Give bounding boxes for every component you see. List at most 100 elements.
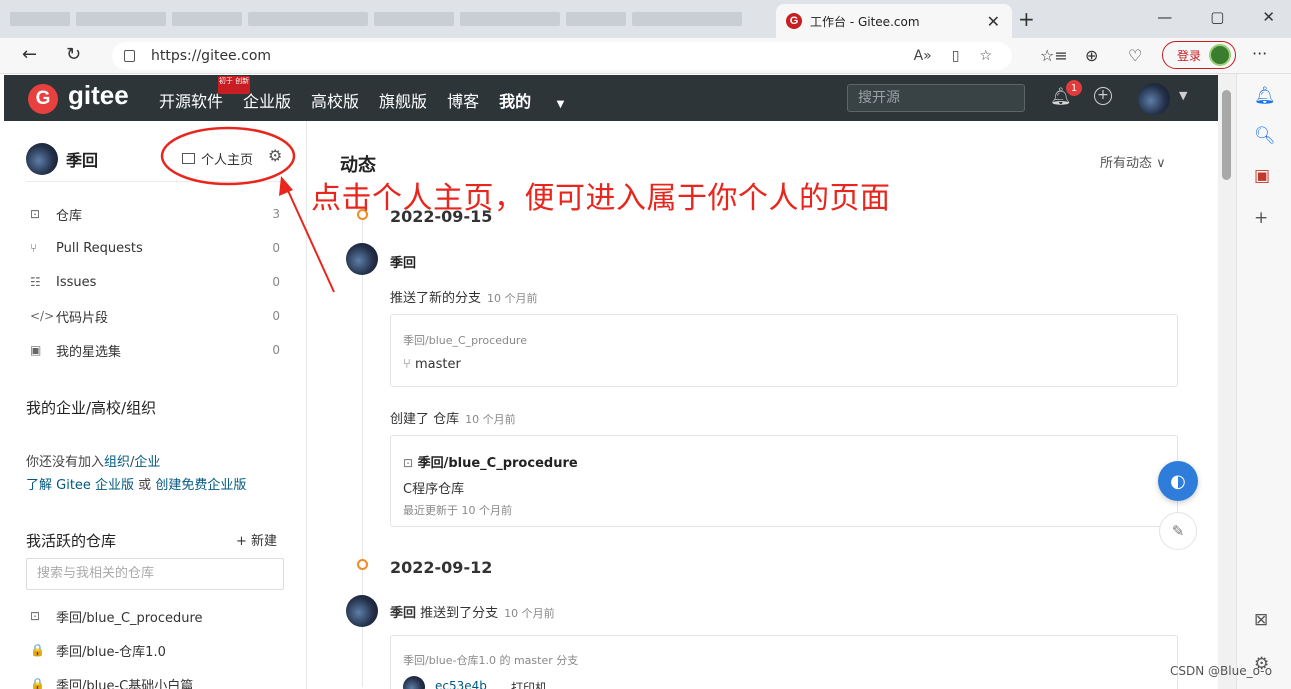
repo-icon: ⊡ (403, 456, 414, 470)
nav-enterprise[interactable]: 企业版 (243, 88, 291, 112)
sidebar-item-code-snippets[interactable]: </> 代码片段 0 (30, 299, 280, 333)
favorite-star-icon[interactable]: ☆ (979, 48, 992, 64)
edge-screenshot-icon[interactable]: ⊠ (1254, 610, 1268, 630)
scroll-thumb[interactable] (1222, 90, 1231, 180)
settings-gear-icon[interactable]: ⚙ (268, 146, 282, 165)
menu-label: 代码片段 (56, 310, 109, 326)
branch-row[interactable]: ⑂ master (403, 357, 461, 372)
refresh-icon[interactable]: ↻ (66, 44, 81, 65)
edge-search-icon[interactable]: 🔍︎ (1254, 126, 1276, 146)
repo-list-item[interactable]: 🔒 季回/blue-C基础小白篇 (30, 667, 290, 689)
commit-sha[interactable]: ec53e4b (435, 679, 487, 689)
menu-label: 仓库 (56, 208, 83, 224)
url-actions: A» ▯ ☆ (914, 48, 992, 64)
org-link[interactable]: 组织 (104, 455, 130, 470)
reader-view-icon[interactable]: ▯ (952, 48, 960, 64)
repo-search-input[interactable]: 搜索与我相关的仓库 (26, 558, 284, 590)
create-plus-icon[interactable]: + (1094, 87, 1112, 105)
menu-label: Pull Requests (56, 240, 143, 256)
maximize-button[interactable]: ▢ (1210, 8, 1224, 26)
feed-avatar[interactable] (346, 243, 378, 275)
divider (26, 181, 288, 182)
nav-mine[interactable]: 我的 ▼ (499, 88, 584, 112)
enterprise-link[interactable]: 企业 (134, 455, 160, 470)
assistant-float-button[interactable]: ◐ (1158, 461, 1198, 501)
commit-message: 打印机 (511, 681, 548, 689)
blurred-tabs (10, 8, 770, 30)
sidebar-menu: ⊡ 仓库 3 ⑂ Pull Requests 0 ☷ Issues 0 </> … (30, 197, 280, 367)
nav-flagship[interactable]: 旗舰版 (379, 88, 427, 112)
branch-name: master (414, 357, 461, 372)
card-repo-title[interactable]: ⊡ 季回/blue_C_procedure (403, 452, 578, 471)
star-collection-icon: ▣ (30, 343, 42, 357)
favorites-icon[interactable]: ☆≡ (1040, 46, 1068, 65)
edge-tools-icon[interactable]: ▣ (1254, 166, 1270, 186)
feedback-float-button[interactable]: ✎ (1159, 512, 1197, 550)
page-scrollbar[interactable] (1218, 74, 1236, 689)
sidebar-item-pull-requests[interactable]: ⑂ Pull Requests 0 (30, 231, 280, 265)
action-text: 创建了 仓库 (390, 412, 460, 427)
more-menu-icon[interactable]: ··· (1252, 44, 1267, 63)
sidebar-item-repos[interactable]: ⊡ 仓库 3 (30, 197, 280, 231)
edge-bell-icon[interactable]: 🔔︎ (1254, 86, 1276, 106)
login-button[interactable]: 登录 (1162, 41, 1236, 69)
feed-filter-dropdown[interactable]: 所有动态 ∨ (1100, 152, 1166, 171)
chevron-down-icon: ▼ (556, 99, 565, 110)
avatar-caret-icon[interactable]: ▼ (1179, 89, 1187, 102)
notification-badge: 1 (1066, 80, 1082, 96)
edge-add-icon[interactable]: + (1254, 208, 1268, 228)
url-text: https://gitee.com (151, 48, 272, 64)
user-name[interactable]: 季回 (66, 147, 98, 171)
nav-blog[interactable]: 博客 (447, 88, 479, 112)
collections-icon[interactable]: ⊕ (1085, 46, 1098, 65)
card-updated: 最近更新于 10 个月前 (403, 504, 512, 517)
card-repo-path[interactable]: 季回/blue_C_procedure (403, 332, 527, 348)
gitee-brand[interactable]: gitee (68, 80, 129, 111)
user-avatar[interactable] (26, 143, 58, 175)
login-label: 登录 (1177, 48, 1202, 63)
timeline-dot (357, 559, 368, 570)
personal-homepage-link[interactable]: 个人主页 (182, 149, 253, 168)
health-icon[interactable]: ♡ (1128, 46, 1142, 65)
nav-open-source[interactable]: 开源软件 (159, 88, 223, 112)
lock-icon: 🔒 (30, 677, 45, 689)
feed-avatar[interactable] (346, 595, 378, 627)
close-window-button[interactable]: ✕ (1262, 8, 1275, 26)
header-avatar[interactable] (1138, 83, 1170, 115)
minimize-button[interactable]: — (1157, 8, 1172, 26)
repo-list-item[interactable]: 🔒 季回/blue-仓库1.0 (30, 633, 290, 667)
nav-university[interactable]: 高校版 (311, 88, 359, 112)
header-search-input[interactable]: 搜开源 (847, 84, 1025, 112)
card-branch-path[interactable]: 季回/blue-仓库1.0 的 master 分支 (403, 652, 578, 668)
homepage-icon (182, 153, 195, 164)
repo-list-item[interactable]: ⊡ 季回/blue_C_procedure (30, 599, 290, 633)
new-tab-button[interactable]: + (1018, 7, 1035, 31)
user-profile-row: 季回 (26, 143, 98, 175)
menu-label: Issues (56, 274, 97, 290)
feed-user-name[interactable]: 季回 (390, 252, 416, 271)
pull-request-icon: ⑂ (30, 241, 38, 255)
new-repo-button[interactable]: + 新建 (236, 530, 277, 549)
menu-count: 0 (272, 241, 280, 255)
feed-user-name[interactable]: 季回 (390, 606, 416, 621)
read-aloud-icon[interactable]: A» (914, 48, 932, 64)
main-nav: 开源软件 企业版 高校版 旗舰版 博客 我的 ▼ (159, 88, 604, 112)
left-sidebar: 季回 个人主页 ⚙ ⊡ 仓库 3 ⑂ Pull Requests 0 ☷ Iss… (4, 121, 307, 689)
sidebar-item-star-collections[interactable]: ▣ 我的星选集 0 (30, 333, 280, 367)
url-field[interactable]: https://gitee.com A» ▯ ☆ (112, 42, 1012, 70)
lock-icon (124, 50, 135, 62)
window-controls: — ▢ ✕ (1157, 8, 1275, 26)
gitee-logo-icon[interactable]: G (28, 84, 58, 114)
back-arrow-icon[interactable]: ← (22, 44, 37, 65)
active-tab[interactable]: G 工作台 - Gitee.com ✕ (776, 4, 1012, 38)
learn-enterprise-link[interactable]: 了解 Gitee 企业版 (26, 478, 134, 493)
annotation-text: 点击个人主页，便可进入属于你个人的页面 (311, 181, 891, 216)
create-enterprise-link[interactable]: 创建免费企业版 (155, 478, 246, 493)
watermark: CSDN @Blue_o-o (1170, 664, 1273, 678)
repo-name: 季回/blue-仓库1.0 (56, 644, 166, 660)
repo-name: 季回/blue_C_procedure (56, 610, 203, 626)
tab-close-icon[interactable]: ✕ (987, 12, 1000, 31)
feed-date: 2022-09-12 (390, 558, 493, 577)
sidebar-item-issues[interactable]: ☷ Issues 0 (30, 265, 280, 299)
time-ago: 10 个月前 (504, 607, 555, 620)
